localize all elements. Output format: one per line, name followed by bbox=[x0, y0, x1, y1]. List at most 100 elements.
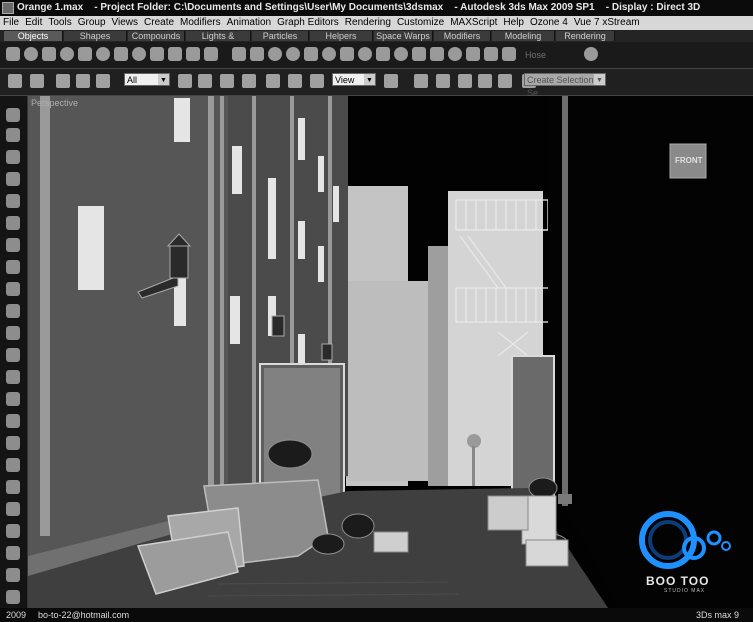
angle-snap-icon[interactable] bbox=[458, 74, 472, 88]
tube-icon[interactable] bbox=[150, 47, 164, 61]
menu-tools[interactable]: Tools bbox=[45, 17, 74, 28]
selection-filter-dropdown[interactable]: All ▼ bbox=[124, 73, 170, 86]
prism-icon[interactable] bbox=[186, 47, 200, 61]
window-icon[interactable] bbox=[502, 47, 516, 61]
line-icon[interactable] bbox=[6, 216, 20, 230]
oiltank-icon[interactable] bbox=[286, 47, 300, 61]
menu-help[interactable]: Help bbox=[500, 17, 527, 28]
hose-label[interactable]: Hose bbox=[525, 50, 546, 60]
sphere-tool-icon[interactable] bbox=[6, 150, 20, 164]
hedra-icon[interactable] bbox=[250, 47, 264, 61]
chamfer-box-icon[interactable] bbox=[268, 47, 282, 61]
select-manipulate-icon[interactable] bbox=[414, 74, 428, 88]
display-icon[interactable] bbox=[6, 414, 20, 428]
paint-icon[interactable] bbox=[6, 458, 20, 472]
material-icon[interactable] bbox=[6, 480, 20, 494]
ringwave-icon[interactable] bbox=[340, 47, 354, 61]
named-selection-sets-dropdown[interactable]: Create Selection Se ▼ bbox=[524, 73, 606, 98]
scissors-icon[interactable] bbox=[6, 568, 20, 582]
menu-create[interactable]: Create bbox=[141, 17, 177, 28]
tab-space-warps[interactable]: Space Warps bbox=[374, 31, 433, 41]
box-icon[interactable] bbox=[6, 47, 20, 61]
layers-icon[interactable] bbox=[6, 238, 20, 252]
undo-icon[interactable] bbox=[8, 74, 22, 88]
lext-icon[interactable] bbox=[412, 47, 426, 61]
tab-compounds[interactable]: Compounds bbox=[128, 31, 185, 41]
grid-icon[interactable] bbox=[204, 47, 218, 61]
gengon-icon[interactable] bbox=[322, 47, 336, 61]
bind-space-warp-icon[interactable] bbox=[96, 74, 110, 88]
menu-edit[interactable]: Edit bbox=[22, 17, 45, 28]
torus-icon[interactable] bbox=[60, 47, 74, 61]
geosphere-icon[interactable] bbox=[132, 47, 146, 61]
twist-icon[interactable] bbox=[6, 304, 20, 318]
menu-file[interactable]: File bbox=[0, 17, 22, 28]
star-icon[interactable] bbox=[6, 194, 20, 208]
spring-icon[interactable] bbox=[466, 47, 480, 61]
spindle-icon[interactable] bbox=[304, 47, 318, 61]
gear-icon[interactable] bbox=[6, 370, 20, 384]
box-tool-icon[interactable] bbox=[6, 128, 20, 142]
utilities-icon[interactable] bbox=[6, 436, 20, 450]
select-by-name-icon[interactable] bbox=[198, 74, 212, 88]
select-move-icon[interactable] bbox=[266, 74, 280, 88]
redo-icon[interactable] bbox=[30, 74, 44, 88]
spinner-snap-icon[interactable] bbox=[498, 74, 512, 88]
create-icon[interactable] bbox=[6, 108, 20, 122]
pyramid-icon[interactable] bbox=[114, 47, 128, 61]
app-icon[interactable] bbox=[2, 2, 14, 14]
render-icon[interactable] bbox=[6, 524, 20, 538]
tab-rendering[interactable]: Rendering bbox=[556, 31, 615, 41]
light-icon[interactable] bbox=[6, 172, 20, 186]
tree-icon[interactable] bbox=[584, 47, 598, 61]
torus-knot-icon[interactable] bbox=[358, 47, 372, 61]
percent-snap-icon[interactable] bbox=[478, 74, 492, 88]
sphere-icon[interactable] bbox=[24, 47, 38, 61]
motion-icon[interactable] bbox=[6, 392, 20, 406]
tab-particles[interactable]: Particles bbox=[252, 31, 309, 41]
link-icon[interactable] bbox=[56, 74, 70, 88]
unlink-icon[interactable] bbox=[76, 74, 90, 88]
select-rotate-icon[interactable] bbox=[288, 74, 302, 88]
menu-graph-editors[interactable]: Graph Editors bbox=[274, 17, 342, 28]
teapot-icon[interactable] bbox=[96, 47, 110, 61]
menu-views[interactable]: Views bbox=[109, 17, 142, 28]
menu-group[interactable]: Group bbox=[75, 17, 109, 28]
camera-icon[interactable] bbox=[6, 546, 20, 560]
menu-rendering[interactable]: Rendering bbox=[342, 17, 394, 28]
door-icon[interactable] bbox=[484, 47, 498, 61]
eye-icon[interactable] bbox=[6, 590, 20, 604]
reference-coordinate-dropdown[interactable]: View ▼ bbox=[332, 73, 376, 86]
select-scale-icon[interactable] bbox=[310, 74, 324, 88]
viewcube-label[interactable]: FRONT bbox=[675, 156, 703, 165]
snap-toggle-icon[interactable] bbox=[436, 74, 450, 88]
hose-icon[interactable] bbox=[448, 47, 462, 61]
menu-ozone[interactable]: Ozone 4 bbox=[527, 17, 571, 28]
chamfer-cyl-icon[interactable] bbox=[376, 47, 390, 61]
cext-icon[interactable] bbox=[430, 47, 444, 61]
cylinder-icon[interactable] bbox=[42, 47, 56, 61]
menu-customize[interactable]: Customize bbox=[394, 17, 447, 28]
menu-maxscript[interactable]: MAXScript bbox=[447, 17, 500, 28]
menu-animation[interactable]: Animation bbox=[224, 17, 274, 28]
menu-vue[interactable]: Vue 7 xStream bbox=[571, 17, 643, 28]
tab-helpers[interactable]: Helpers bbox=[310, 31, 373, 41]
render-setup-icon[interactable] bbox=[6, 502, 20, 516]
cone-icon[interactable] bbox=[78, 47, 92, 61]
tab-objects[interactable]: Objects bbox=[4, 31, 63, 41]
plane-icon[interactable] bbox=[168, 47, 182, 61]
wrench-icon[interactable] bbox=[6, 326, 20, 340]
modifier-icon[interactable] bbox=[6, 260, 20, 274]
tab-lights-cameras[interactable]: Lights & Cameras bbox=[186, 31, 251, 51]
wand-icon[interactable] bbox=[232, 47, 246, 61]
rectangular-selection-icon[interactable] bbox=[220, 74, 234, 88]
hierarchy-icon[interactable] bbox=[6, 348, 20, 362]
tab-modeling[interactable]: Modeling bbox=[492, 31, 555, 41]
capsule-icon[interactable] bbox=[394, 47, 408, 61]
menu-modifiers[interactable]: Modifiers bbox=[177, 17, 224, 28]
window-crossing-icon[interactable] bbox=[242, 74, 256, 88]
select-object-icon[interactable] bbox=[178, 74, 192, 88]
pivot-center-icon[interactable] bbox=[384, 74, 398, 88]
bend-icon[interactable] bbox=[6, 282, 20, 296]
tab-shapes[interactable]: Shapes bbox=[64, 31, 127, 41]
